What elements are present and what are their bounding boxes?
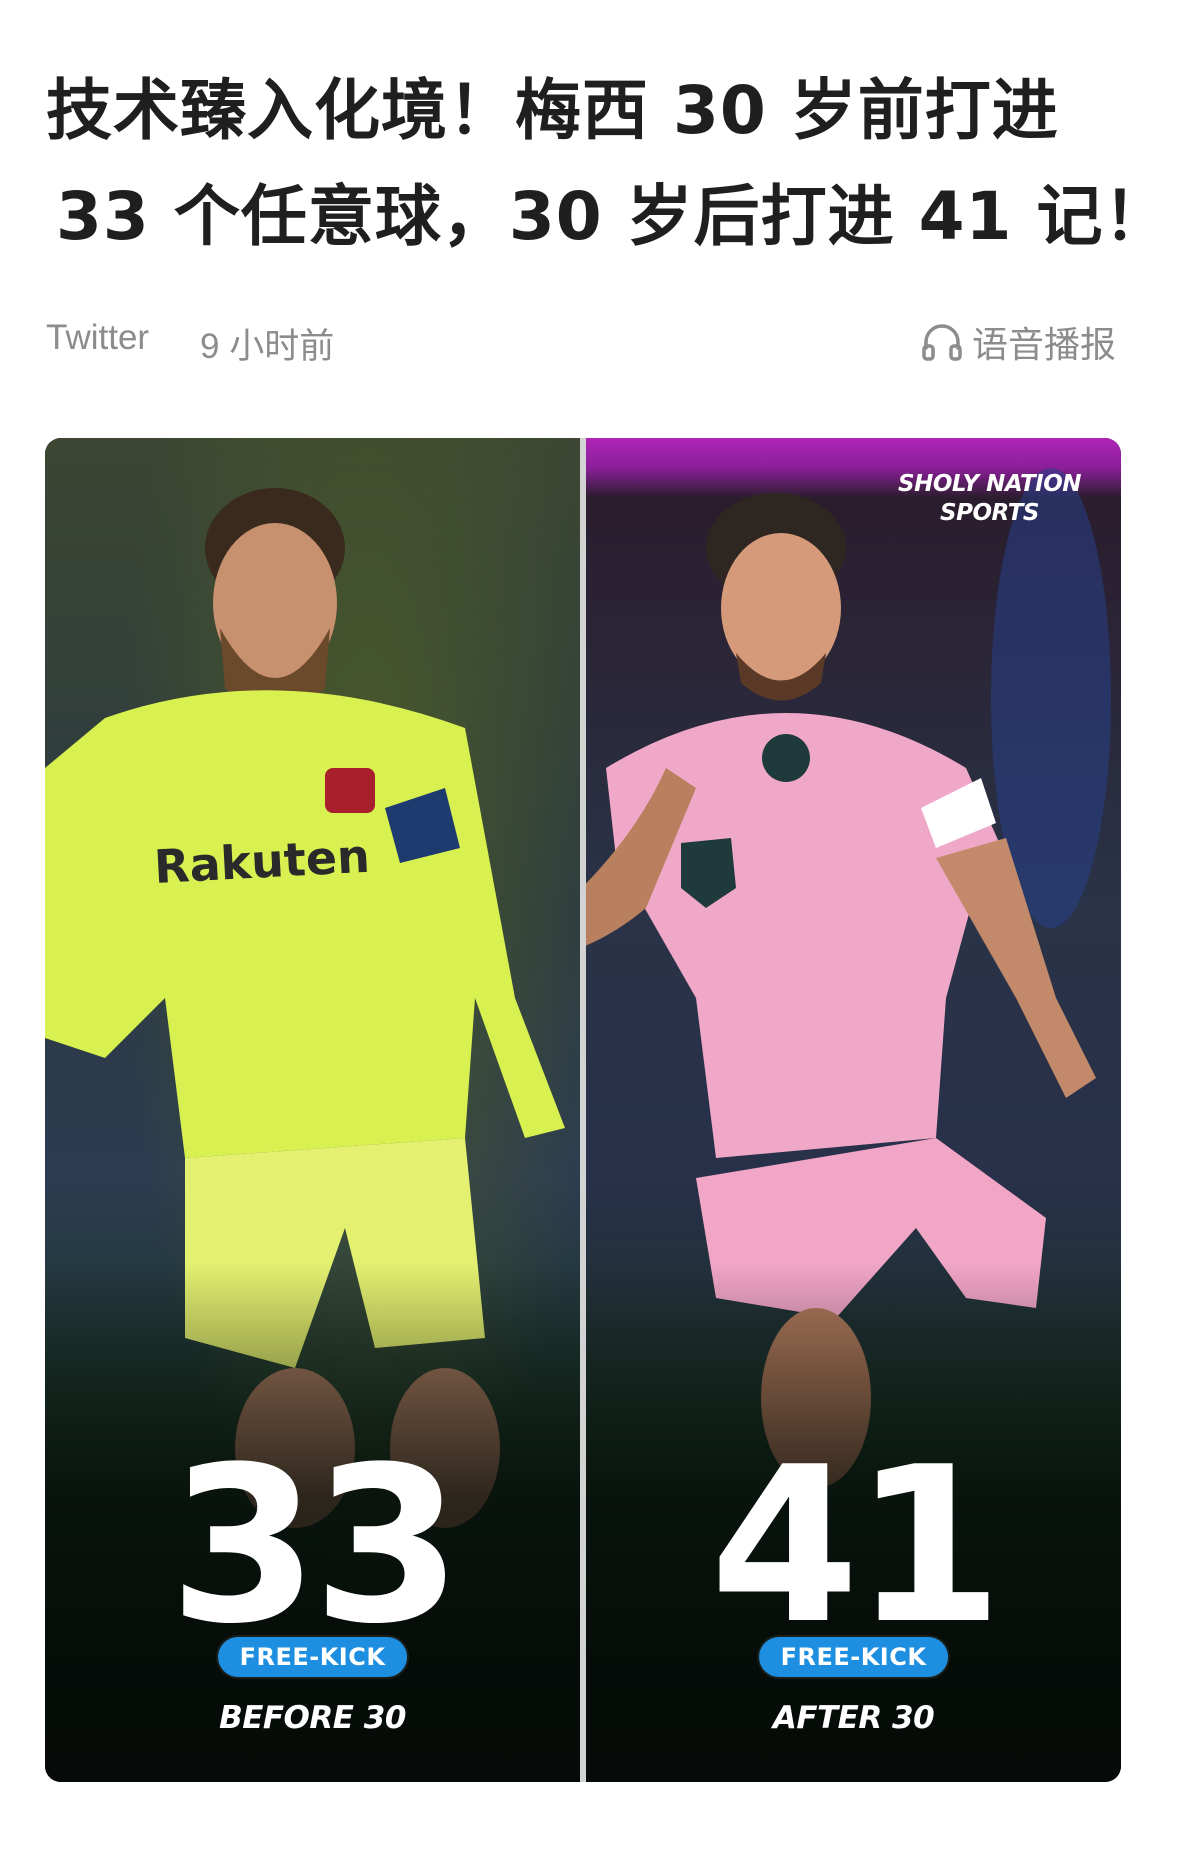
hero-image[interactable]: Rakuten 33 FREE-KICK BEFORE 30 SHOLY NAT…: [45, 438, 1121, 1782]
svg-text:Rakuten: Rakuten: [153, 829, 371, 894]
article-meta: Twitter 9 小时前 语音播报: [46, 318, 1116, 366]
article-time: 9 小时前: [200, 327, 335, 366]
headphones-icon: [922, 324, 962, 361]
watermark-line-1: SHOLY NATION: [898, 471, 1082, 497]
article-headline: 技术臻入化境！梅西 30 岁前打进 33 个任意球，30 岁后打进 41 记！: [46, 58, 1171, 270]
caption-before-30: BEFORE 30: [219, 1700, 406, 1736]
audio-broadcast-label: 语音播报: [971, 324, 1116, 365]
free-kick-badge-before: FREE-KICK: [217, 1637, 408, 1677]
headline-line-2: 33 个任意球，30 岁后打进 41 记！: [56, 178, 1171, 255]
stat-number-after: 41: [709, 1420, 1003, 1671]
watermark-logo: SHOLY NATION SPORTS: [898, 470, 1082, 528]
headline-line-1: 技术臻入化境！梅西 30 岁前打进: [46, 72, 1059, 149]
caption-after-30: AFTER 30: [772, 1700, 935, 1736]
panel-before-30: Rakuten 33 FREE-KICK BEFORE 30: [45, 438, 580, 1782]
panel-after-30: SHOLY NATION SPORTS 41 FREE-KICK AFTER 3…: [586, 438, 1121, 1782]
free-kick-badge-after: FREE-KICK: [758, 1637, 949, 1677]
audio-broadcast-button[interactable]: 语音播报: [920, 316, 1116, 368]
watermark-line-2: SPORTS: [940, 500, 1039, 526]
article-source[interactable]: Twitter: [46, 318, 149, 358]
stat-number-before: 33: [168, 1420, 462, 1671]
